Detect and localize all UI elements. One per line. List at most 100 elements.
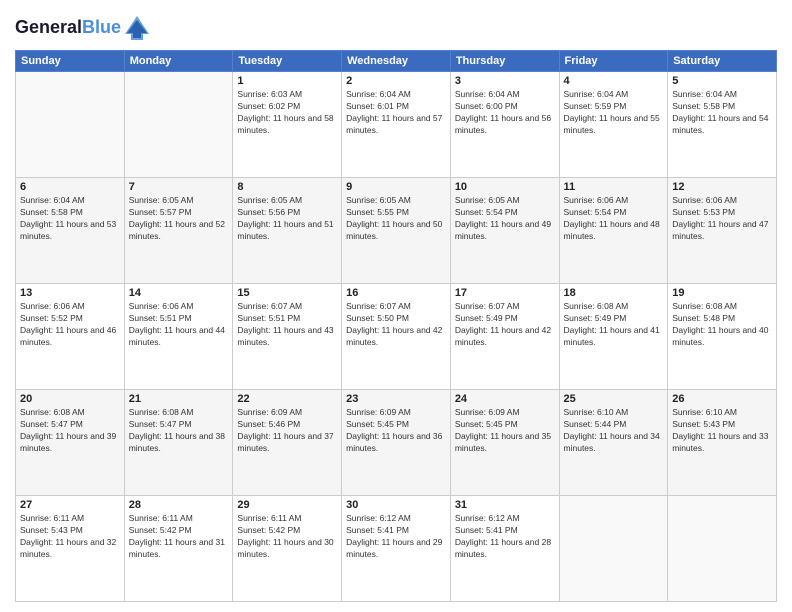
weekday-header: Thursday (450, 51, 559, 72)
day-info: Sunrise: 6:12 AM Sunset: 5:41 PM Dayligh… (346, 513, 446, 561)
page: GeneralBlue SundayMondayTuesdayWednesday… (0, 0, 792, 612)
calendar-cell: 3 Sunrise: 6:04 AM Sunset: 6:00 PM Daylig… (450, 72, 559, 178)
day-info: Sunrise: 6:04 AM Sunset: 5:58 PM Dayligh… (672, 89, 772, 137)
calendar-cell (668, 496, 777, 602)
day-number: 15 (237, 287, 337, 299)
day-info: Sunrise: 6:09 AM Sunset: 5:45 PM Dayligh… (346, 407, 446, 455)
calendar-cell: 1 Sunrise: 6:03 AM Sunset: 6:02 PM Daylig… (233, 72, 342, 178)
day-info: Sunrise: 6:09 AM Sunset: 5:45 PM Dayligh… (455, 407, 555, 455)
day-number: 3 (455, 75, 555, 87)
day-info: Sunrise: 6:08 AM Sunset: 5:49 PM Dayligh… (564, 301, 664, 349)
day-info: Sunrise: 6:04 AM Sunset: 5:58 PM Dayligh… (20, 195, 120, 243)
calendar-cell: 8 Sunrise: 6:05 AM Sunset: 5:56 PM Daylig… (233, 178, 342, 284)
day-number: 22 (237, 393, 337, 405)
day-info: Sunrise: 6:10 AM Sunset: 5:43 PM Dayligh… (672, 407, 772, 455)
day-number: 24 (455, 393, 555, 405)
day-info: Sunrise: 6:03 AM Sunset: 6:02 PM Dayligh… (237, 89, 337, 137)
day-info: Sunrise: 6:04 AM Sunset: 6:00 PM Dayligh… (455, 89, 555, 137)
calendar-cell: 30 Sunrise: 6:12 AM Sunset: 5:41 PM Dayli… (342, 496, 451, 602)
day-number: 2 (346, 75, 446, 87)
calendar-cell: 16 Sunrise: 6:07 AM Sunset: 5:50 PM Dayli… (342, 284, 451, 390)
calendar-cell: 6 Sunrise: 6:04 AM Sunset: 5:58 PM Daylig… (16, 178, 125, 284)
weekday-header: Sunday (16, 51, 125, 72)
day-info: Sunrise: 6:11 AM Sunset: 5:42 PM Dayligh… (237, 513, 337, 561)
day-number: 5 (672, 75, 772, 87)
day-number: 25 (564, 393, 664, 405)
day-number: 9 (346, 181, 446, 193)
calendar-cell: 22Sunrise: 6:09 AM Sunset: 5:46 PM Dayli… (233, 390, 342, 496)
day-info: Sunrise: 6:04 AM Sunset: 6:01 PM Dayligh… (346, 89, 446, 137)
day-info: Sunrise: 6:11 AM Sunset: 5:42 PM Dayligh… (129, 513, 229, 561)
weekday-header: Wednesday (342, 51, 451, 72)
day-info: Sunrise: 6:05 AM Sunset: 5:56 PM Dayligh… (237, 195, 337, 243)
day-info: Sunrise: 6:07 AM Sunset: 5:51 PM Dayligh… (237, 301, 337, 349)
day-number: 19 (672, 287, 772, 299)
logo-icon (123, 14, 151, 42)
day-info: Sunrise: 6:05 AM Sunset: 5:57 PM Dayligh… (129, 195, 229, 243)
calendar-cell: 19 Sunrise: 6:08 AM Sunset: 5:48 PM Dayli… (668, 284, 777, 390)
calendar-cell: 4 Sunrise: 6:04 AM Sunset: 5:59 PM Daylig… (559, 72, 668, 178)
day-number: 6 (20, 181, 120, 193)
day-number: 1 (237, 75, 337, 87)
day-number: 14 (129, 287, 229, 299)
calendar-cell (16, 72, 125, 178)
day-info: Sunrise: 6:11 AM Sunset: 5:43 PM Dayligh… (20, 513, 120, 561)
calendar-cell: 25 Sunrise: 6:10 AM Sunset: 5:44 PM Dayli… (559, 390, 668, 496)
day-info: Sunrise: 6:05 AM Sunset: 5:55 PM Dayligh… (346, 195, 446, 243)
day-number: 11 (564, 181, 664, 193)
day-number: 28 (129, 499, 229, 511)
day-number: 17 (455, 287, 555, 299)
calendar-cell: 7 Sunrise: 6:05 AM Sunset: 5:57 PM Daylig… (124, 178, 233, 284)
calendar-cell: 13 Sunrise: 6:06 AM Sunset: 5:52 PM Dayli… (16, 284, 125, 390)
day-info: Sunrise: 6:10 AM Sunset: 5:44 PM Dayligh… (564, 407, 664, 455)
day-number: 8 (237, 181, 337, 193)
day-number: 10 (455, 181, 555, 193)
calendar-cell: 18 Sunrise: 6:08 AM Sunset: 5:49 PM Dayli… (559, 284, 668, 390)
day-info: Sunrise: 6:08 AM Sunset: 5:47 PM Dayligh… (20, 407, 120, 455)
calendar-cell: 2 Sunrise: 6:04 AM Sunset: 6:01 PM Daylig… (342, 72, 451, 178)
day-number: 16 (346, 287, 446, 299)
day-info: Sunrise: 6:08 AM Sunset: 5:47 PM Dayligh… (129, 407, 229, 455)
day-number: 18 (564, 287, 664, 299)
day-number: 29 (237, 499, 337, 511)
day-number: 31 (455, 499, 555, 511)
calendar-cell: 24 Sunrise: 6:09 AM Sunset: 5:45 PM Dayli… (450, 390, 559, 496)
calendar-cell: 11 Sunrise: 6:06 AM Sunset: 5:54 PM Dayli… (559, 178, 668, 284)
weekday-header: Monday (124, 51, 233, 72)
logo-text: GeneralBlue (15, 18, 121, 38)
calendar: SundayMondayTuesdayWednesdayThursdayFrid… (15, 50, 777, 602)
weekday-header: Friday (559, 51, 668, 72)
calendar-cell: 23 Sunrise: 6:09 AM Sunset: 5:45 PM Dayli… (342, 390, 451, 496)
day-info: Sunrise: 6:07 AM Sunset: 5:50 PM Dayligh… (346, 301, 446, 349)
calendar-cell: 5 Sunrise: 6:04 AM Sunset: 5:58 PM Daylig… (668, 72, 777, 178)
day-info: Sunrise: 6:07 AM Sunset: 5:49 PM Dayligh… (455, 301, 555, 349)
calendar-cell: 21 Sunrise: 6:08 AM Sunset: 5:47 PM Dayli… (124, 390, 233, 496)
calendar-cell: 17 Sunrise: 6:07 AM Sunset: 5:49 PM Dayli… (450, 284, 559, 390)
logo: GeneralBlue (15, 14, 151, 42)
calendar-cell: 27 Sunrise: 6:11 AM Sunset: 5:43 PM Dayli… (16, 496, 125, 602)
day-info: Sunrise: 6:06 AM Sunset: 5:52 PM Dayligh… (20, 301, 120, 349)
calendar-cell: 28 Sunrise: 6:11 AM Sunset: 5:42 PM Dayli… (124, 496, 233, 602)
calendar-cell: 31 Sunrise: 6:12 AM Sunset: 5:41 PM Dayli… (450, 496, 559, 602)
calendar-cell: 29 Sunrise: 6:11 AM Sunset: 5:42 PM Dayli… (233, 496, 342, 602)
day-number: 27 (20, 499, 120, 511)
day-number: 23 (346, 393, 446, 405)
day-info: Sunrise: 6:12 AM Sunset: 5:41 PM Dayligh… (455, 513, 555, 561)
day-number: 4 (564, 75, 664, 87)
day-number: 7 (129, 181, 229, 193)
calendar-cell: 15 Sunrise: 6:07 AM Sunset: 5:51 PM Dayli… (233, 284, 342, 390)
calendar-cell: 9 Sunrise: 6:05 AM Sunset: 5:55 PM Daylig… (342, 178, 451, 284)
day-number: 12 (672, 181, 772, 193)
day-number: 13 (20, 287, 120, 299)
day-info: Sunrise: 6:04 AM Sunset: 5:59 PM Dayligh… (564, 89, 664, 137)
calendar-cell: 14Sunrise: 6:06 AM Sunset: 5:51 PM Dayli… (124, 284, 233, 390)
day-info: Sunrise: 6:08 AM Sunset: 5:48 PM Dayligh… (672, 301, 772, 349)
day-info: Sunrise: 6:05 AM Sunset: 5:54 PM Dayligh… (455, 195, 555, 243)
weekday-header: Tuesday (233, 51, 342, 72)
day-number: 30 (346, 499, 446, 511)
day-number: 21 (129, 393, 229, 405)
calendar-cell: 12Sunrise: 6:06 AM Sunset: 5:53 PM Dayli… (668, 178, 777, 284)
day-info: Sunrise: 6:06 AM Sunset: 5:54 PM Dayligh… (564, 195, 664, 243)
header: GeneralBlue (15, 10, 777, 42)
calendar-cell (124, 72, 233, 178)
